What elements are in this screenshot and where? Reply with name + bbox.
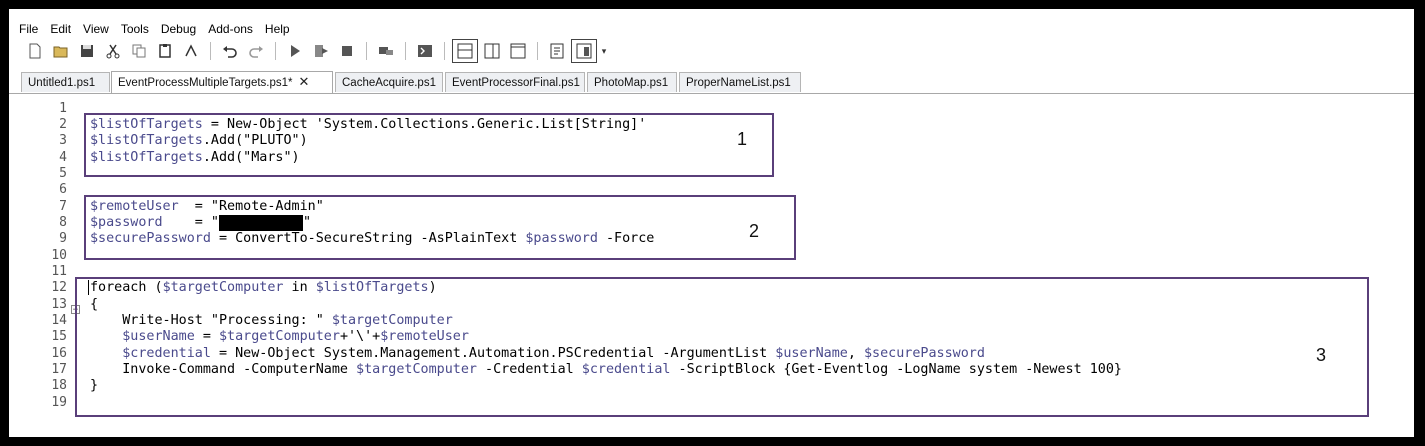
toolbar-separator — [444, 42, 445, 60]
annotation-label-1: 1 — [737, 129, 748, 149]
line-number: 13 — [51, 297, 67, 312]
toolbar-separator — [405, 42, 406, 60]
tab-cacheacquire[interactable]: CacheAcquire.ps1 — [335, 72, 443, 92]
menu-edit[interactable]: Edit — [44, 21, 77, 37]
tab-label: Untitled1.ps1 — [28, 77, 96, 89]
line-number: 6 — [59, 182, 67, 197]
layout-max-icon[interactable] — [506, 40, 530, 62]
line-number: 3 — [59, 133, 67, 148]
tab-photomap[interactable]: PhotoMap.ps1 — [587, 72, 677, 92]
tab-eventprocessorfinal[interactable]: EventProcessorFinal.ps1 — [445, 72, 585, 92]
tab-untitled1[interactable]: Untitled1.ps1 — [21, 72, 110, 92]
chevron-down-icon[interactable]: ▾ — [599, 40, 609, 62]
tab-label: ProperNameList.ps1 — [686, 77, 791, 89]
menu-debug[interactable]: Debug — [155, 21, 202, 37]
annotation-box-2 — [84, 195, 796, 260]
tab-propernamelist[interactable]: ProperNameList.ps1 — [679, 72, 801, 92]
tab-label: CacheAcquire.ps1 — [342, 77, 436, 89]
menu-view[interactable]: View — [77, 21, 115, 37]
tab-label: EventProcessMultipleTargets.ps1* — [118, 77, 293, 89]
run-icon[interactable] — [283, 40, 307, 62]
toolbar-separator — [366, 42, 367, 60]
clear-icon[interactable] — [179, 40, 203, 62]
line-number: 10 — [51, 248, 67, 263]
script-editor[interactable]: 1 2 3 4 5 6 7 8 9 10 11 12 13 14 15 16 1… — [9, 95, 1414, 437]
line-number: 2 — [59, 117, 67, 132]
line-number: 12 — [51, 280, 67, 295]
tab-eventprocessmultipletargets[interactable]: EventProcessMultipleTargets.ps1* ✕ — [111, 71, 333, 93]
annotation-label-2: 2 — [749, 221, 760, 241]
annotation-box-1 — [84, 113, 774, 177]
stop-icon[interactable] — [335, 40, 359, 62]
close-icon[interactable]: ✕ — [299, 74, 310, 89]
toolbar-separator — [275, 42, 276, 60]
remote-icon[interactable] — [374, 40, 398, 62]
annotation-label-3: 3 — [1316, 345, 1327, 365]
new-icon[interactable] — [23, 40, 47, 62]
line-number: 15 — [51, 329, 67, 344]
line-number: 9 — [59, 231, 67, 246]
toolbar-separator — [210, 42, 211, 60]
run-selection-icon[interactable] — [309, 40, 333, 62]
line-number: 17 — [51, 362, 67, 377]
undo-icon[interactable] — [218, 40, 242, 62]
line-number: 16 — [51, 346, 67, 361]
line-number: 11 — [51, 264, 67, 279]
menu-help[interactable]: Help — [259, 21, 296, 37]
toolbar: ▾ — [23, 39, 609, 63]
redo-icon[interactable] — [244, 40, 268, 62]
save-icon[interactable] — [75, 40, 99, 62]
powershell-icon[interactable] — [413, 40, 437, 62]
toolbar-separator — [537, 42, 538, 60]
cut-icon[interactable] — [101, 40, 125, 62]
addon-icon[interactable] — [571, 39, 597, 63]
command-icon[interactable] — [545, 40, 569, 62]
menu-tools[interactable]: Tools — [115, 21, 155, 37]
line-number: 7 — [59, 199, 67, 214]
menu-file[interactable]: File — [9, 21, 44, 37]
line-number: 14 — [51, 313, 67, 328]
open-icon[interactable] — [49, 40, 73, 62]
line-number: 18 — [51, 378, 67, 393]
line-number: 1 — [59, 101, 67, 116]
menu-bar: File Edit View Tools Debug Add-ons Help — [9, 21, 296, 37]
line-number: 8 — [59, 215, 67, 230]
copy-icon[interactable] — [127, 40, 151, 62]
annotation-box-3 — [75, 277, 1369, 417]
line-number: 4 — [59, 150, 67, 165]
layout-top-icon[interactable] — [452, 39, 478, 63]
layout-right-icon[interactable] — [480, 40, 504, 62]
paste-icon[interactable] — [153, 40, 177, 62]
line-number: 19 — [51, 395, 67, 410]
line-number: 5 — [59, 166, 67, 181]
ise-window: File Edit View Tools Debug Add-ons Help — [9, 9, 1414, 437]
tab-label: PhotoMap.ps1 — [594, 77, 669, 89]
menu-addons[interactable]: Add-ons — [202, 21, 259, 37]
tab-strip: Untitled1.ps1 EventProcessMultipleTarget… — [9, 69, 1414, 94]
tab-label: EventProcessorFinal.ps1 — [452, 77, 580, 89]
